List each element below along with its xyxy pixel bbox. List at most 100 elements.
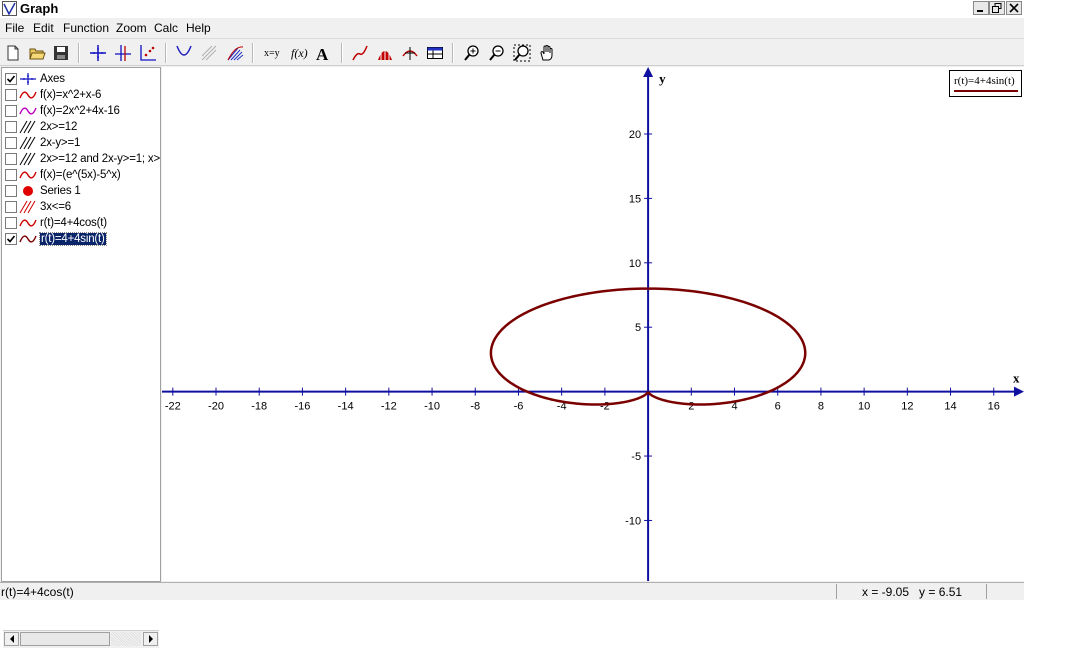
restore-button[interactable] bbox=[989, 1, 1005, 15]
insert-point-button[interactable]: x=y bbox=[262, 43, 282, 63]
function-checkbox[interactable] bbox=[5, 73, 17, 85]
table-icon bbox=[427, 47, 443, 59]
cursor-coordinates: x = -9.05 y = 6.51 bbox=[862, 585, 962, 599]
menu-function[interactable]: Function bbox=[63, 21, 109, 35]
table-button[interactable] bbox=[425, 43, 445, 63]
function-list-item[interactable]: Series 1 bbox=[5, 183, 160, 199]
function-axes-icon bbox=[115, 45, 131, 61]
xy-icon: x=y bbox=[264, 48, 280, 59]
insert-tangent-button[interactable] bbox=[174, 43, 194, 63]
area-icon bbox=[378, 49, 392, 60]
scrollbar-track[interactable] bbox=[111, 632, 141, 646]
red-curve-icon bbox=[19, 216, 37, 230]
function-list-item[interactable]: 2x>=12 and 2x-y>=1; x>= bbox=[5, 151, 160, 167]
toolbar-separator bbox=[165, 43, 167, 63]
x-tick-label: -22 bbox=[165, 401, 181, 413]
function-checkbox[interactable] bbox=[5, 185, 17, 197]
function-list-item[interactable]: 2x-y>=1 bbox=[5, 135, 160, 151]
zoom-fit-button[interactable] bbox=[512, 43, 532, 63]
function-checkbox[interactable] bbox=[5, 137, 17, 149]
arrow-right-icon bbox=[148, 635, 153, 643]
horizontal-scrollbar[interactable] bbox=[3, 630, 159, 648]
function-list-item[interactable]: r(t)=4+4cos(t) bbox=[5, 215, 160, 231]
trendline-button[interactable] bbox=[350, 43, 370, 63]
red-hatch-icon bbox=[19, 200, 37, 214]
menu-help[interactable]: Help bbox=[186, 21, 211, 35]
function-list[interactable]: Axes f(x)=x^2+x-6 f(x)=2x^2+4x-16 2x>=12 2x-… bbox=[1, 67, 161, 648]
graph-area[interactable]: x y -22 -20 -18 -16 -14 -12 -10 -8 -6 -4 -2 2 4 6 8 10 12 1… bbox=[162, 67, 1024, 581]
minimize-button[interactable] bbox=[973, 1, 989, 15]
edit-axes-button[interactable] bbox=[88, 43, 108, 63]
toolbar-separator bbox=[252, 43, 254, 63]
y-tick-label: 20 bbox=[629, 129, 641, 141]
menu-edit[interactable]: Edit bbox=[33, 21, 54, 35]
x-tick-label: -8 bbox=[470, 401, 480, 413]
open-button[interactable] bbox=[27, 43, 47, 63]
scroll-right-button[interactable] bbox=[143, 632, 158, 646]
pan-button[interactable] bbox=[537, 43, 557, 63]
x-tick-label: 10 bbox=[858, 401, 870, 413]
function-checkbox[interactable] bbox=[5, 105, 17, 117]
function-list-item[interactable]: 2x>=12 bbox=[5, 119, 160, 135]
x-tick-label: -10 bbox=[424, 401, 440, 413]
menu-file[interactable]: File bbox=[5, 21, 24, 35]
insert-shading-button[interactable] bbox=[225, 43, 245, 63]
insert-label-button[interactable]: A bbox=[313, 43, 333, 63]
function-label: Series 1 bbox=[40, 185, 81, 197]
function-list-item[interactable]: Axes bbox=[5, 71, 160, 87]
point-series-icon bbox=[140, 45, 156, 61]
open-folder-icon bbox=[29, 48, 46, 60]
evaluate-icon bbox=[402, 47, 418, 60]
function-list-item[interactable]: f(x)=2x^2+4x-16 bbox=[5, 103, 160, 119]
svg-text:x=y: x=y bbox=[264, 48, 280, 59]
function-label: 3x<=6 bbox=[40, 201, 71, 213]
function-list-item[interactable]: f(x)=x^2+x-6 bbox=[5, 87, 160, 103]
y-tick-label: 10 bbox=[629, 258, 641, 270]
insert-series-button[interactable] bbox=[138, 43, 158, 63]
scrollbar-thumb[interactable] bbox=[20, 632, 110, 646]
function-checkbox[interactable] bbox=[5, 89, 17, 101]
graph-canvas[interactable]: xy-22 -20 -18 -16 -14 -12 -10 -8 -6 -4 -2 2 4 6 8 10 12 1… bbox=[162, 67, 1024, 581]
function-list-item[interactable]: 3x<=6 bbox=[5, 199, 160, 215]
cursor-x: x = -9.05 bbox=[862, 585, 910, 599]
scroll-left-button[interactable] bbox=[4, 632, 19, 646]
black-hatch-icon bbox=[19, 120, 37, 134]
function-checkbox[interactable] bbox=[5, 217, 17, 229]
function-checkbox[interactable] bbox=[5, 201, 17, 213]
zoom-out-button[interactable] bbox=[487, 43, 507, 63]
insert-function-button[interactable] bbox=[113, 43, 133, 63]
function-list-item[interactable]: f(x)=(e^(5x)-5^x) bbox=[5, 167, 160, 183]
close-button[interactable] bbox=[1006, 1, 1022, 15]
menu-calc[interactable]: Calc bbox=[154, 21, 178, 35]
area-button[interactable] bbox=[375, 43, 395, 63]
x-tick-label: -6 bbox=[514, 401, 524, 413]
function-checkbox[interactable] bbox=[5, 233, 17, 245]
x-axis-arrow-icon bbox=[1014, 386, 1024, 397]
evaluate-button[interactable] bbox=[400, 43, 420, 63]
status-message: r(t)=4+4cos(t) bbox=[1, 585, 74, 599]
function-label: Axes bbox=[40, 73, 65, 85]
function-button[interactable]: f(x) bbox=[289, 43, 309, 63]
function-checkbox[interactable] bbox=[5, 169, 17, 181]
function-list-item[interactable]: r(t)=4+4sin(t) bbox=[5, 231, 160, 247]
insert-relation-button[interactable] bbox=[199, 43, 219, 63]
red-curve-icon bbox=[19, 88, 37, 102]
cursor-y: y = 6.51 bbox=[919, 585, 963, 599]
y-axis-arrow-icon bbox=[643, 67, 654, 77]
x-axis-label: x bbox=[1013, 371, 1020, 386]
new-button[interactable] bbox=[3, 43, 23, 63]
text-label-icon: A bbox=[316, 45, 329, 62]
function-checkbox[interactable] bbox=[5, 121, 17, 133]
hand-pan-icon bbox=[540, 45, 553, 61]
y-tick-label: 5 bbox=[635, 322, 641, 334]
legend[interactable]: r(t)=4+4sin(t) bbox=[949, 70, 1022, 97]
x-tick-label: -12 bbox=[381, 401, 397, 413]
function-checkbox[interactable] bbox=[5, 153, 17, 165]
x-tick-label: 14 bbox=[944, 401, 956, 413]
menu-zoom[interactable]: Zoom bbox=[116, 21, 147, 35]
save-button[interactable] bbox=[51, 43, 71, 63]
svg-text:A: A bbox=[316, 45, 329, 62]
title-bar[interactable]: Graph bbox=[0, 0, 1024, 19]
zoom-in-button[interactable] bbox=[462, 43, 482, 63]
black-hatch-icon bbox=[19, 152, 37, 166]
